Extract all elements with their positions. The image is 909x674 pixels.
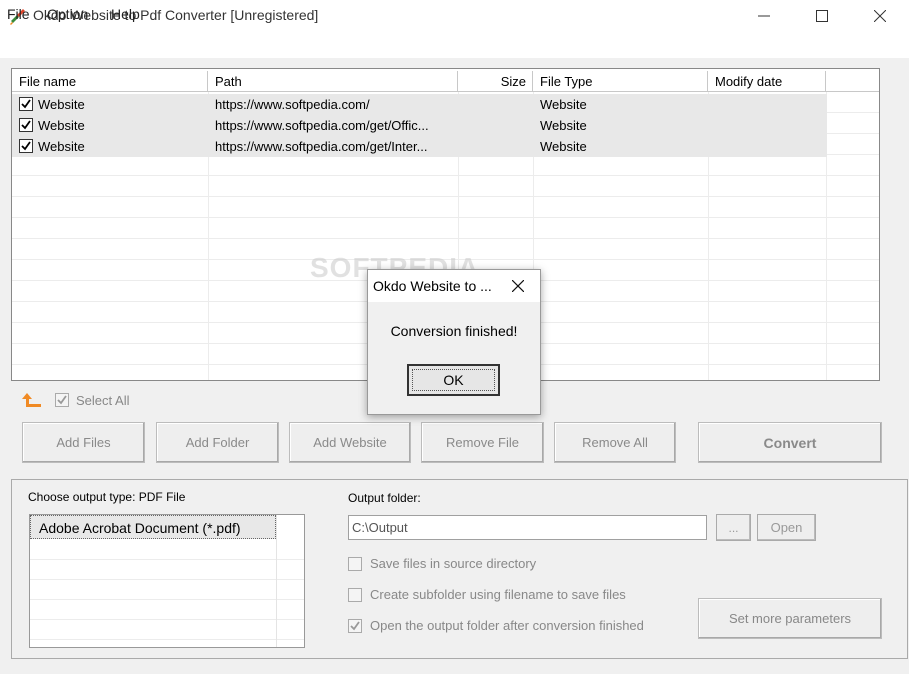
row-modify-date [715, 136, 823, 157]
add-website-button[interactable]: Add Website [289, 422, 411, 463]
table-row[interactable]: Website https://www.softpedia.com/get/Of… [12, 115, 827, 136]
row-size [465, 136, 527, 157]
maximize-icon [816, 10, 828, 22]
create-subfolder-checkbox[interactable] [348, 588, 362, 602]
row-file-type: Website [540, 118, 587, 133]
dialog-title: Okdo Website to ... [373, 278, 492, 294]
save-in-source-checkbox[interactable] [348, 557, 362, 571]
convert-button[interactable]: Convert [698, 422, 882, 463]
close-button[interactable] [851, 0, 909, 32]
menu-option[interactable]: Option [47, 6, 88, 22]
checkmark-icon [57, 395, 67, 405]
column-header-size[interactable]: Size [458, 71, 533, 92]
minimize-icon [758, 15, 770, 17]
column-header-blank [826, 71, 879, 92]
close-icon [874, 10, 886, 22]
row-file-name: Website [38, 97, 85, 112]
ok-button-label: OK [412, 369, 495, 391]
menu-help[interactable]: Help [111, 6, 140, 22]
browse-button[interactable]: ... [716, 514, 751, 541]
remove-file-button[interactable]: Remove File [421, 422, 544, 463]
minimize-button[interactable] [735, 0, 793, 32]
grid-line [12, 155, 879, 176]
create-subfolder-label: Create subfolder using filename to save … [370, 587, 626, 602]
menu-file[interactable]: File [7, 6, 30, 22]
grid-line [12, 218, 879, 239]
add-folder-button[interactable]: Add Folder [156, 422, 279, 463]
table-row[interactable]: Website https://www.softpedia.com/ Websi… [12, 94, 827, 115]
table-row[interactable]: Website https://www.softpedia.com/get/In… [12, 136, 827, 157]
row-file-name: Website [38, 118, 85, 133]
select-all-checkbox[interactable] [55, 393, 69, 407]
row-checkbox[interactable] [19, 118, 33, 132]
select-all-label: Select All [76, 393, 130, 408]
row-file-name: Website [38, 139, 85, 154]
row-checkbox[interactable] [19, 97, 33, 111]
ok-button[interactable]: OK [407, 364, 500, 396]
output-type-list[interactable]: Adobe Acrobat Document (*.pdf) [29, 514, 305, 648]
row-modify-date [715, 115, 823, 136]
grid-line [30, 619, 304, 620]
open-output-folder-checkbox[interactable] [348, 619, 362, 633]
open-output-folder-label: Open the output folder after conversion … [370, 618, 644, 633]
row-path: https://www.softpedia.com/get/Inter... [215, 139, 428, 154]
row-modify-date [715, 94, 823, 115]
conversion-finished-dialog: Okdo Website to ... Conversion finished!… [367, 269, 541, 415]
checkmark-icon [350, 621, 360, 631]
grid-line [12, 176, 879, 197]
column-header-modify-date[interactable]: Modify date [708, 71, 826, 92]
open-folder-button[interactable]: Open [757, 514, 816, 541]
row-size [465, 115, 527, 136]
checkmark-icon [21, 120, 31, 130]
row-path: https://www.softpedia.com/get/Offic... [215, 118, 429, 133]
output-folder-input[interactable] [348, 515, 707, 540]
grid-line [276, 515, 277, 647]
dialog-close-button[interactable] [508, 277, 528, 295]
close-icon [512, 280, 524, 292]
grid-line [30, 579, 304, 580]
set-more-parameters-button[interactable]: Set more parameters [698, 598, 882, 639]
output-folder-label: Output folder: [348, 491, 421, 505]
grid-line [12, 197, 879, 218]
checkmark-icon [21, 99, 31, 109]
remove-all-button[interactable]: Remove All [554, 422, 676, 463]
row-size [465, 94, 527, 115]
column-header-file-type[interactable]: File Type [533, 71, 708, 92]
add-files-button[interactable]: Add Files [22, 422, 145, 463]
row-file-type: Website [540, 139, 587, 154]
column-header-path[interactable]: Path [208, 71, 458, 92]
grid-line [30, 599, 304, 600]
move-up-icon[interactable] [21, 391, 43, 412]
row-checkbox[interactable] [19, 139, 33, 153]
column-header-file-name[interactable]: File name [12, 71, 208, 92]
output-type-item-pdf[interactable]: Adobe Acrobat Document (*.pdf) [30, 515, 276, 539]
save-in-source-label: Save files in source directory [370, 556, 537, 571]
dialog-message: Conversion finished! [390, 323, 518, 339]
row-file-type: Website [540, 97, 587, 112]
maximize-button[interactable] [793, 0, 851, 32]
grid-line [30, 639, 304, 640]
grid-line [30, 559, 304, 560]
checkmark-icon [21, 141, 31, 151]
menu-bar [0, 32, 909, 58]
row-path: https://www.softpedia.com/ [215, 97, 370, 112]
output-type-label: Choose output type: PDF File [28, 490, 186, 504]
